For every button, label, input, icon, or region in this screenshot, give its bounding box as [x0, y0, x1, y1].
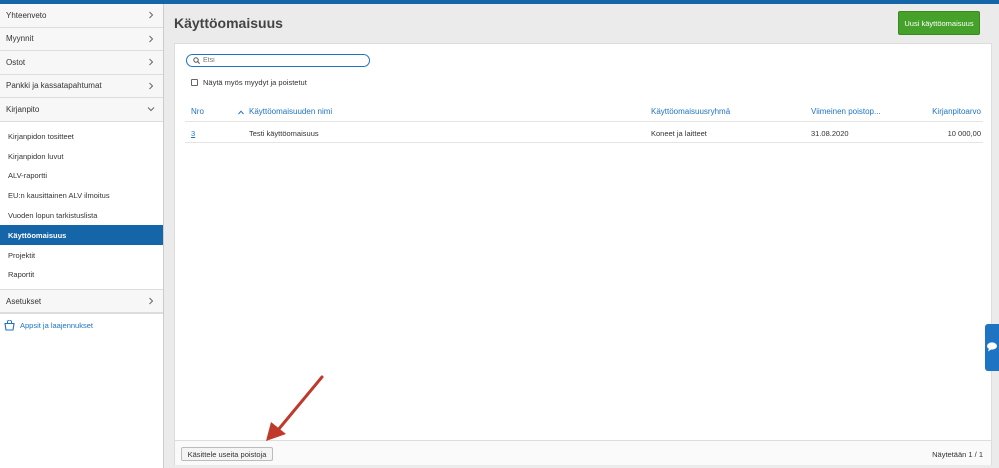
col-header-group[interactable]: Käyttöomaisuusryhmä — [651, 107, 730, 116]
asset-name: Testi käyttöomaisuus — [249, 129, 319, 138]
sidebar-item-ostot[interactable]: Ostot — [0, 51, 163, 75]
basket-icon — [4, 320, 15, 331]
sidebar-item-projektit[interactable]: Projektit — [0, 245, 163, 265]
asset-book-value: 10 000,00 — [947, 129, 981, 138]
table-row[interactable]: 3 Testi käyttöomaisuus Koneet ja laittee… — [185, 123, 983, 143]
chat-side-tab[interactable] — [985, 324, 999, 371]
sidebar-item-yhteenveto[interactable]: Yhteenveto — [0, 4, 163, 28]
sidebar-item-alv-raportti[interactable]: ALV-raportti — [0, 166, 163, 186]
sort-up-icon — [238, 110, 244, 115]
sidebar-item-kirjanpidon-luvut[interactable]: Kirjanpidon luvut — [0, 146, 163, 166]
show-sold-filter[interactable]: Näytä myös myydyt ja poistetut — [191, 78, 307, 87]
page-title: Käyttöomaisuus — [174, 15, 283, 31]
new-asset-button[interactable]: Uusi käyttöomaisuus — [898, 11, 980, 35]
sidebar-item-label: Asetukset — [6, 296, 42, 306]
sidebar-item-apps[interactable]: Appsit ja laajennukset — [0, 313, 163, 337]
sidebar-item-label: Ostot — [6, 57, 26, 67]
asset-number-link[interactable]: 3 — [191, 129, 195, 138]
sidebar-item-eu-alv-ilmoitus[interactable]: EU:n kausittainen ALV ilmoitus — [0, 186, 163, 206]
sidebar-item-kirjanpito[interactable]: Kirjanpito — [0, 98, 163, 122]
sidebar: Yhteenveto Myynnit Ostot Pankki ja kassa… — [0, 4, 164, 468]
sidebar-item-kirjanpidon-tositteet[interactable]: Kirjanpidon tositteet — [0, 127, 163, 147]
sidebar-item-label: Pankki ja kassatapahtumat — [6, 81, 102, 91]
col-header-name[interactable]: Käyttöomaisuuden nimi — [249, 107, 332, 116]
batch-depreciation-button[interactable]: Käsittele useita poistoja — [181, 447, 273, 461]
panel-footer: Käsittele useita poistoja Näytetään 1 / … — [175, 440, 991, 465]
show-sold-label: Näytä myös myydyt ja poistetut — [203, 78, 307, 87]
kirjanpito-submenu: Kirjanpidon tositteet Kirjanpidon luvut … — [0, 121, 163, 290]
chevron-down-icon — [147, 107, 155, 112]
show-sold-checkbox[interactable] — [191, 79, 198, 86]
chevron-right-icon — [149, 297, 154, 305]
pagination-status: Näytetään 1 / 1 — [932, 450, 983, 459]
chat-icon — [987, 342, 997, 352]
col-header-book-value[interactable]: Kirjanpitoarvo — [932, 107, 981, 116]
sidebar-item-pankki[interactable]: Pankki ja kassatapahtumat — [0, 74, 163, 98]
chevron-right-icon — [149, 58, 154, 66]
asset-last-depreciation: 31.08.2020 — [811, 129, 849, 138]
search-box[interactable] — [186, 54, 370, 67]
chevron-right-icon — [149, 82, 154, 90]
sidebar-item-label: Kirjanpito — [6, 104, 40, 114]
sidebar-item-label: Yhteenveto — [6, 10, 47, 20]
sidebar-item-kayttoomaisuus[interactable]: Käyttöomaisuus — [0, 225, 163, 246]
sidebar-item-myynnit[interactable]: Myynnit — [0, 27, 163, 51]
asset-list-panel: Näytä myös myydyt ja poistetut Nro Käytt… — [174, 43, 992, 465]
sidebar-item-raportit[interactable]: Raportit — [0, 265, 163, 285]
asset-group: Koneet ja laitteet — [651, 129, 707, 138]
chevron-right-icon — [149, 11, 154, 19]
col-header-last-depreciation[interactable]: Viimeinen poistop... — [811, 107, 881, 116]
apps-label: Appsit ja laajennukset — [20, 321, 93, 331]
sidebar-item-tarkistuslista[interactable]: Vuoden lopun tarkistuslista — [0, 206, 163, 226]
search-input[interactable] — [203, 57, 363, 64]
col-header-nro[interactable]: Nro — [191, 107, 204, 116]
chevron-right-icon — [149, 35, 154, 43]
sidebar-item-asetukset[interactable]: Asetukset — [0, 289, 163, 314]
search-icon — [193, 57, 200, 64]
table-header: Nro Käyttöomaisuuden nimi Käyttöomaisuus… — [185, 105, 983, 122]
sidebar-item-label: Myynnit — [6, 34, 34, 44]
